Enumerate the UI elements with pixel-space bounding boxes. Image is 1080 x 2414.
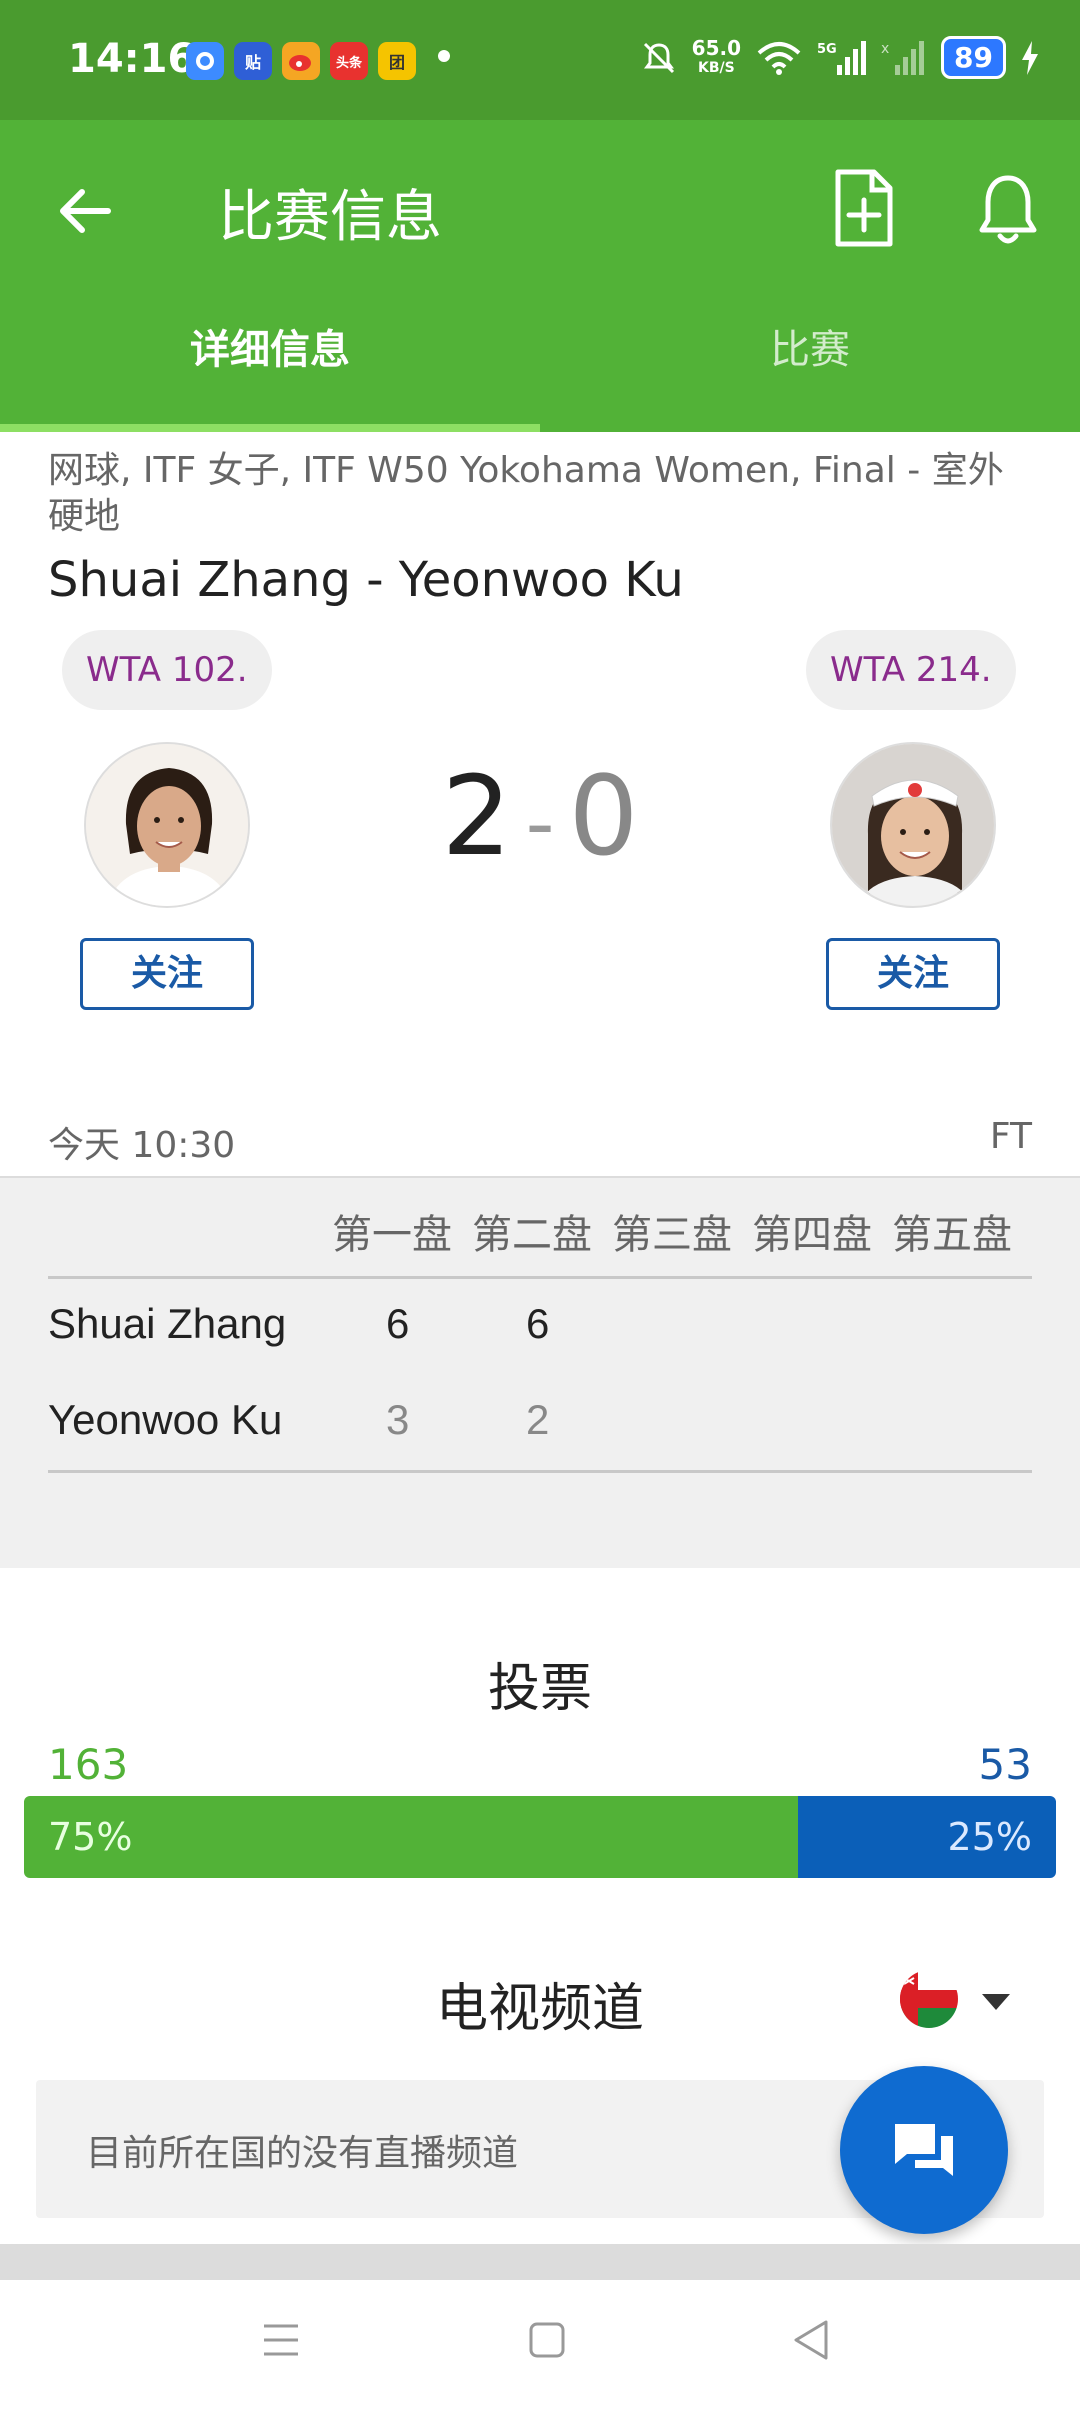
- score-separator: -: [525, 777, 555, 871]
- status-time: 14:16: [68, 36, 196, 82]
- match-time-row: 今天 10:30 FT: [48, 1116, 1032, 1168]
- set-score-cell: 6: [526, 1300, 550, 1347]
- home-score: 2: [441, 752, 512, 880]
- away-score: 0: [568, 752, 639, 880]
- charging-icon: [1022, 40, 1038, 75]
- page-title: 比赛信息: [218, 185, 442, 250]
- home-player-avatar[interactable]: [84, 742, 250, 908]
- away-vote-count: 53: [978, 1740, 1032, 1789]
- home-icon[interactable]: [528, 2318, 566, 2362]
- table-divider: [48, 1470, 1032, 1473]
- signal-5g-icon: 5G: [817, 40, 867, 75]
- oman-flag-icon[interactable]: [900, 1970, 958, 2028]
- app-weibo-icon: [282, 42, 320, 80]
- table-row-player: Shuai Zhang: [48, 1300, 287, 1347]
- set-scores-table: 第一盘 第二盘 第三盘 第四盘 第五盘 Shuai Zhang 6 6 Yeon…: [0, 1176, 1080, 1568]
- vote-bar: 75% 25%: [24, 1796, 1056, 1878]
- away-rank-badge: WTA 214.: [806, 630, 1016, 710]
- chat-icon: [895, 2124, 953, 2176]
- vote-home-button[interactable]: 75%: [24, 1796, 798, 1878]
- wifi-icon: [757, 41, 801, 75]
- match-start-time: 今天 10:30: [48, 1125, 236, 1166]
- follow-away-button[interactable]: 关注: [826, 938, 1000, 1010]
- status-bar: 14:16 贴 头条 团 65.0 KB/S 5G x 89: [0, 0, 1080, 120]
- chat-button[interactable]: [840, 2066, 1008, 2234]
- set-header-1: 第一盘: [332, 1212, 452, 1258]
- more-notifications-dot: [438, 50, 450, 62]
- battery-level: 89: [941, 36, 1006, 79]
- recent-apps-icon[interactable]: [262, 2320, 300, 2360]
- match-title: Shuai Zhang - Yeonwoo Ku: [48, 552, 684, 608]
- set-score-cell: 6: [386, 1300, 410, 1347]
- set-header-4: 第四盘: [752, 1212, 872, 1258]
- notification-bell-icon[interactable]: [972, 170, 1044, 250]
- tab-details[interactable]: 详细信息: [0, 300, 540, 432]
- status-indicators: 65.0 KB/S 5G x 89: [640, 36, 1040, 79]
- section-separator: [0, 2244, 1080, 2280]
- vote-section-title: 投票: [487, 1659, 592, 1719]
- system-nav-bar: [0, 2280, 1080, 2414]
- set-header-2: 第二盘: [472, 1212, 592, 1258]
- notification-app-icons: 贴 头条 团: [186, 42, 416, 80]
- set-score-cell: 2: [526, 1396, 550, 1443]
- home-rank-badge: WTA 102.: [62, 630, 272, 710]
- table-row-player: Yeonwoo Ku: [48, 1396, 283, 1443]
- add-document-icon[interactable]: [828, 168, 900, 248]
- set-score-cell: 3: [386, 1396, 410, 1443]
- svg-text:x: x: [881, 41, 889, 57]
- match-status: FT: [989, 1116, 1032, 1157]
- vote-away-button[interactable]: 25%: [798, 1796, 1056, 1878]
- network-speed: 65.0 KB/S: [691, 35, 742, 76]
- follow-home-button[interactable]: 关注: [80, 938, 254, 1010]
- active-tab-indicator: [0, 424, 540, 432]
- competition-breadcrumb: 网球, ITF 女子, ITF W50 Yokohama Women, Fina…: [48, 450, 1004, 537]
- table-divider: [48, 1276, 1032, 1279]
- mute-bell-icon: [643, 42, 674, 73]
- country-dropdown-icon[interactable]: [980, 1992, 1012, 2012]
- app-toutiao-icon: 头条: [330, 42, 368, 80]
- home-vote-count: 163: [48, 1740, 129, 1789]
- app-a-icon: [186, 42, 224, 80]
- match-score: 2-0: [430, 752, 650, 880]
- set-header-3: 第三盘: [612, 1212, 732, 1258]
- back-arrow-icon[interactable]: [50, 176, 120, 246]
- tab-match[interactable]: 比赛: [540, 300, 1080, 432]
- away-player-avatar[interactable]: [830, 742, 996, 908]
- signal-sim2-icon: x: [881, 40, 925, 75]
- nav-back-icon[interactable]: [792, 2318, 830, 2362]
- app-tieba-icon: 贴: [234, 42, 272, 80]
- app-meituan-icon: 团: [378, 42, 416, 80]
- set-header-5: 第五盘: [892, 1212, 1012, 1258]
- no-channels-message: 目前所在国的没有直播频道: [86, 2133, 519, 2174]
- svg-text:5G: 5G: [817, 42, 837, 57]
- app-bar: 比赛信息 详细信息 比赛: [0, 120, 1080, 432]
